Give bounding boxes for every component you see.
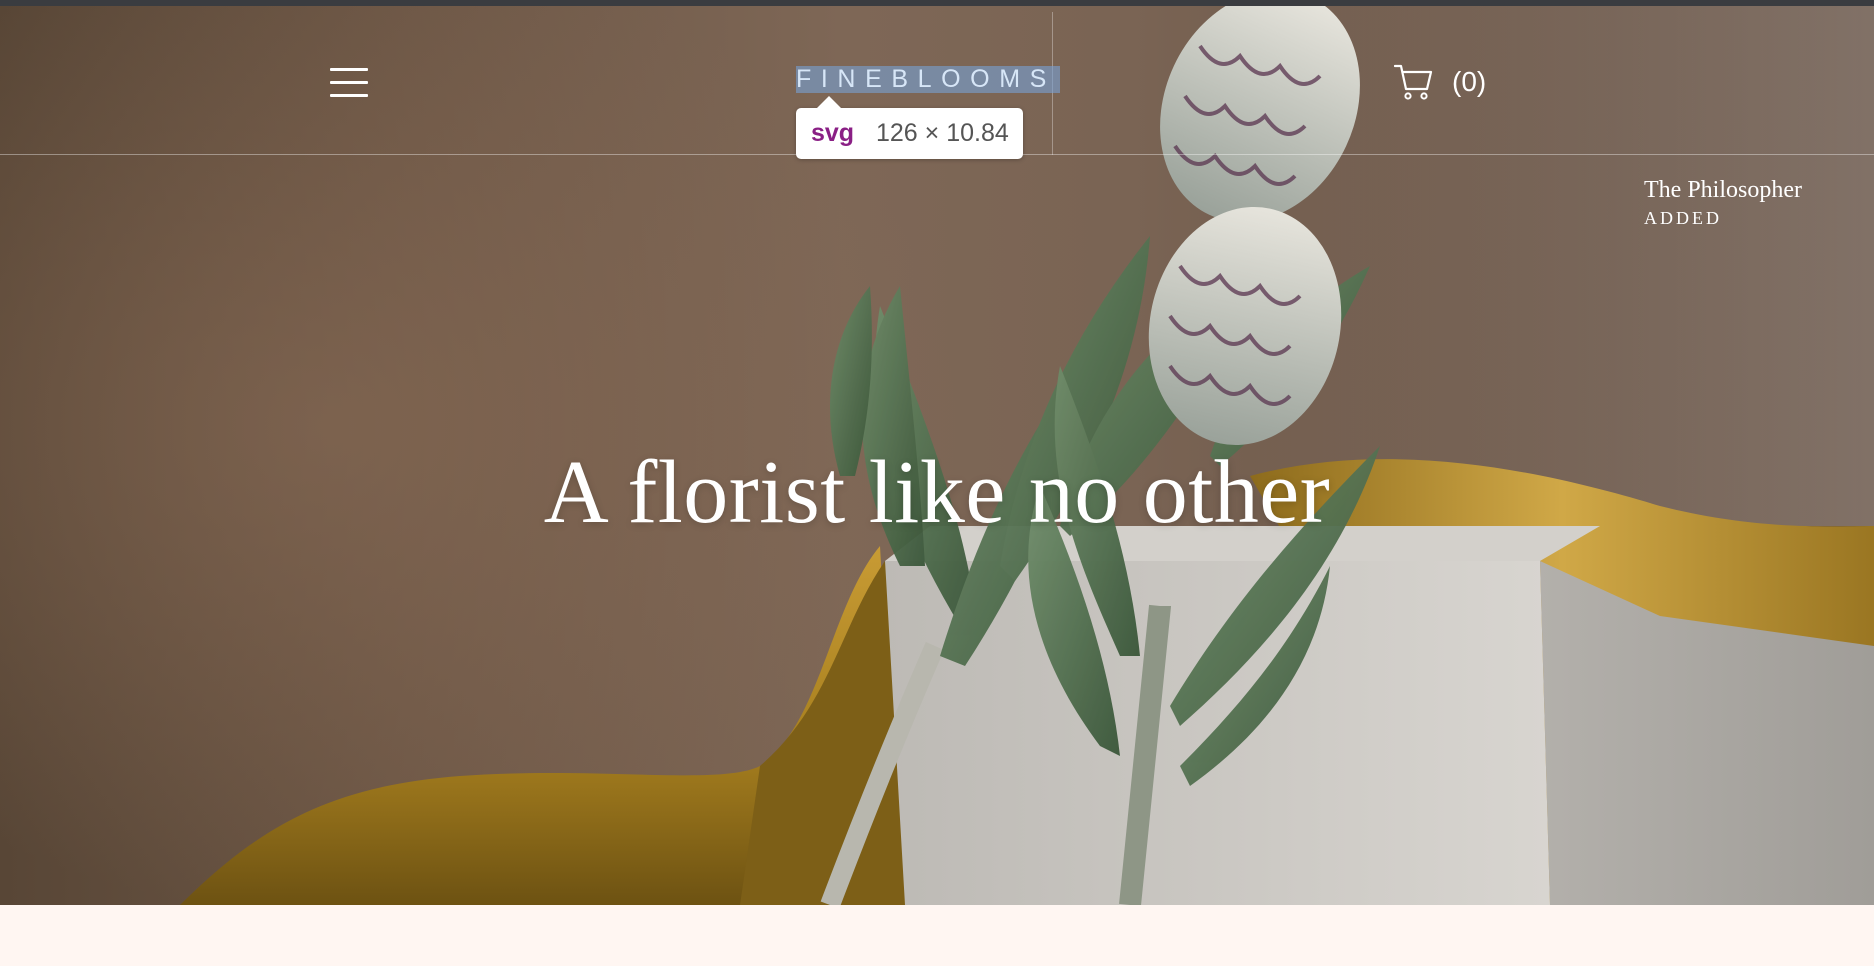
tooltip-element-tag: svg (811, 119, 855, 147)
cart-count: (0) (1452, 66, 1487, 97)
page-content-start (0, 905, 1874, 966)
hero-banner: FINEBLOOMS svg 126 × 10.84 (0) The Philo… (0, 6, 1874, 905)
notice-product-name: The Philosopher (1644, 177, 1802, 203)
tooltip-arrow (816, 96, 842, 109)
site-logo[interactable]: FINEBLOOMS (796, 66, 1060, 93)
hero-title: A florist like no other (543, 443, 1331, 542)
tooltip-element-size: 126 × 10.84 (876, 119, 1009, 147)
notice-status: ADDED (1644, 208, 1722, 228)
devtools-inspector-tooltip: svg 126 × 10.84 (796, 96, 1023, 159)
cart-button[interactable]: (0) (1394, 62, 1486, 102)
shopping-cart-icon (1394, 64, 1433, 100)
hamburger-menu-icon[interactable] (328, 64, 372, 104)
cart-added-notice: The Philosopher ADDED (1644, 176, 1802, 229)
